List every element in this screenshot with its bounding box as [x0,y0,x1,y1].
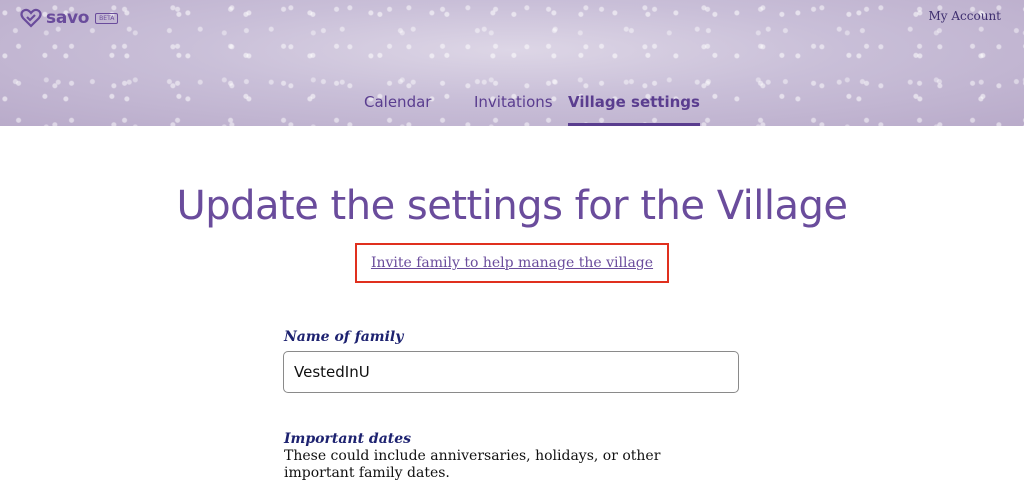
beta-badge: BETA [95,12,119,24]
tab-bar: Calendar Invitations Village settings [0,93,1024,126]
invite-family-link[interactable]: Invite family to help manage the village [371,255,653,271]
page-title: Update the settings for the Village [176,183,848,229]
tab-calendar[interactable]: Calendar [364,93,431,126]
logo-text: savo [46,8,90,28]
important-dates-label: Important dates [284,431,412,447]
invite-highlight-box: Invite family to help manage the village [355,243,669,283]
important-dates-help: These could include anniversaries, holid… [284,448,661,481]
tab-village-settings[interactable]: Village settings [568,93,700,126]
family-name-input[interactable] [283,351,739,393]
my-account-link[interactable]: My Account [929,9,1002,23]
tab-invitations[interactable]: Invitations [474,93,553,126]
family-name-label: Name of family [284,329,404,345]
heart-check-icon [20,8,42,28]
savo-logo[interactable]: savo BETA [20,8,119,28]
